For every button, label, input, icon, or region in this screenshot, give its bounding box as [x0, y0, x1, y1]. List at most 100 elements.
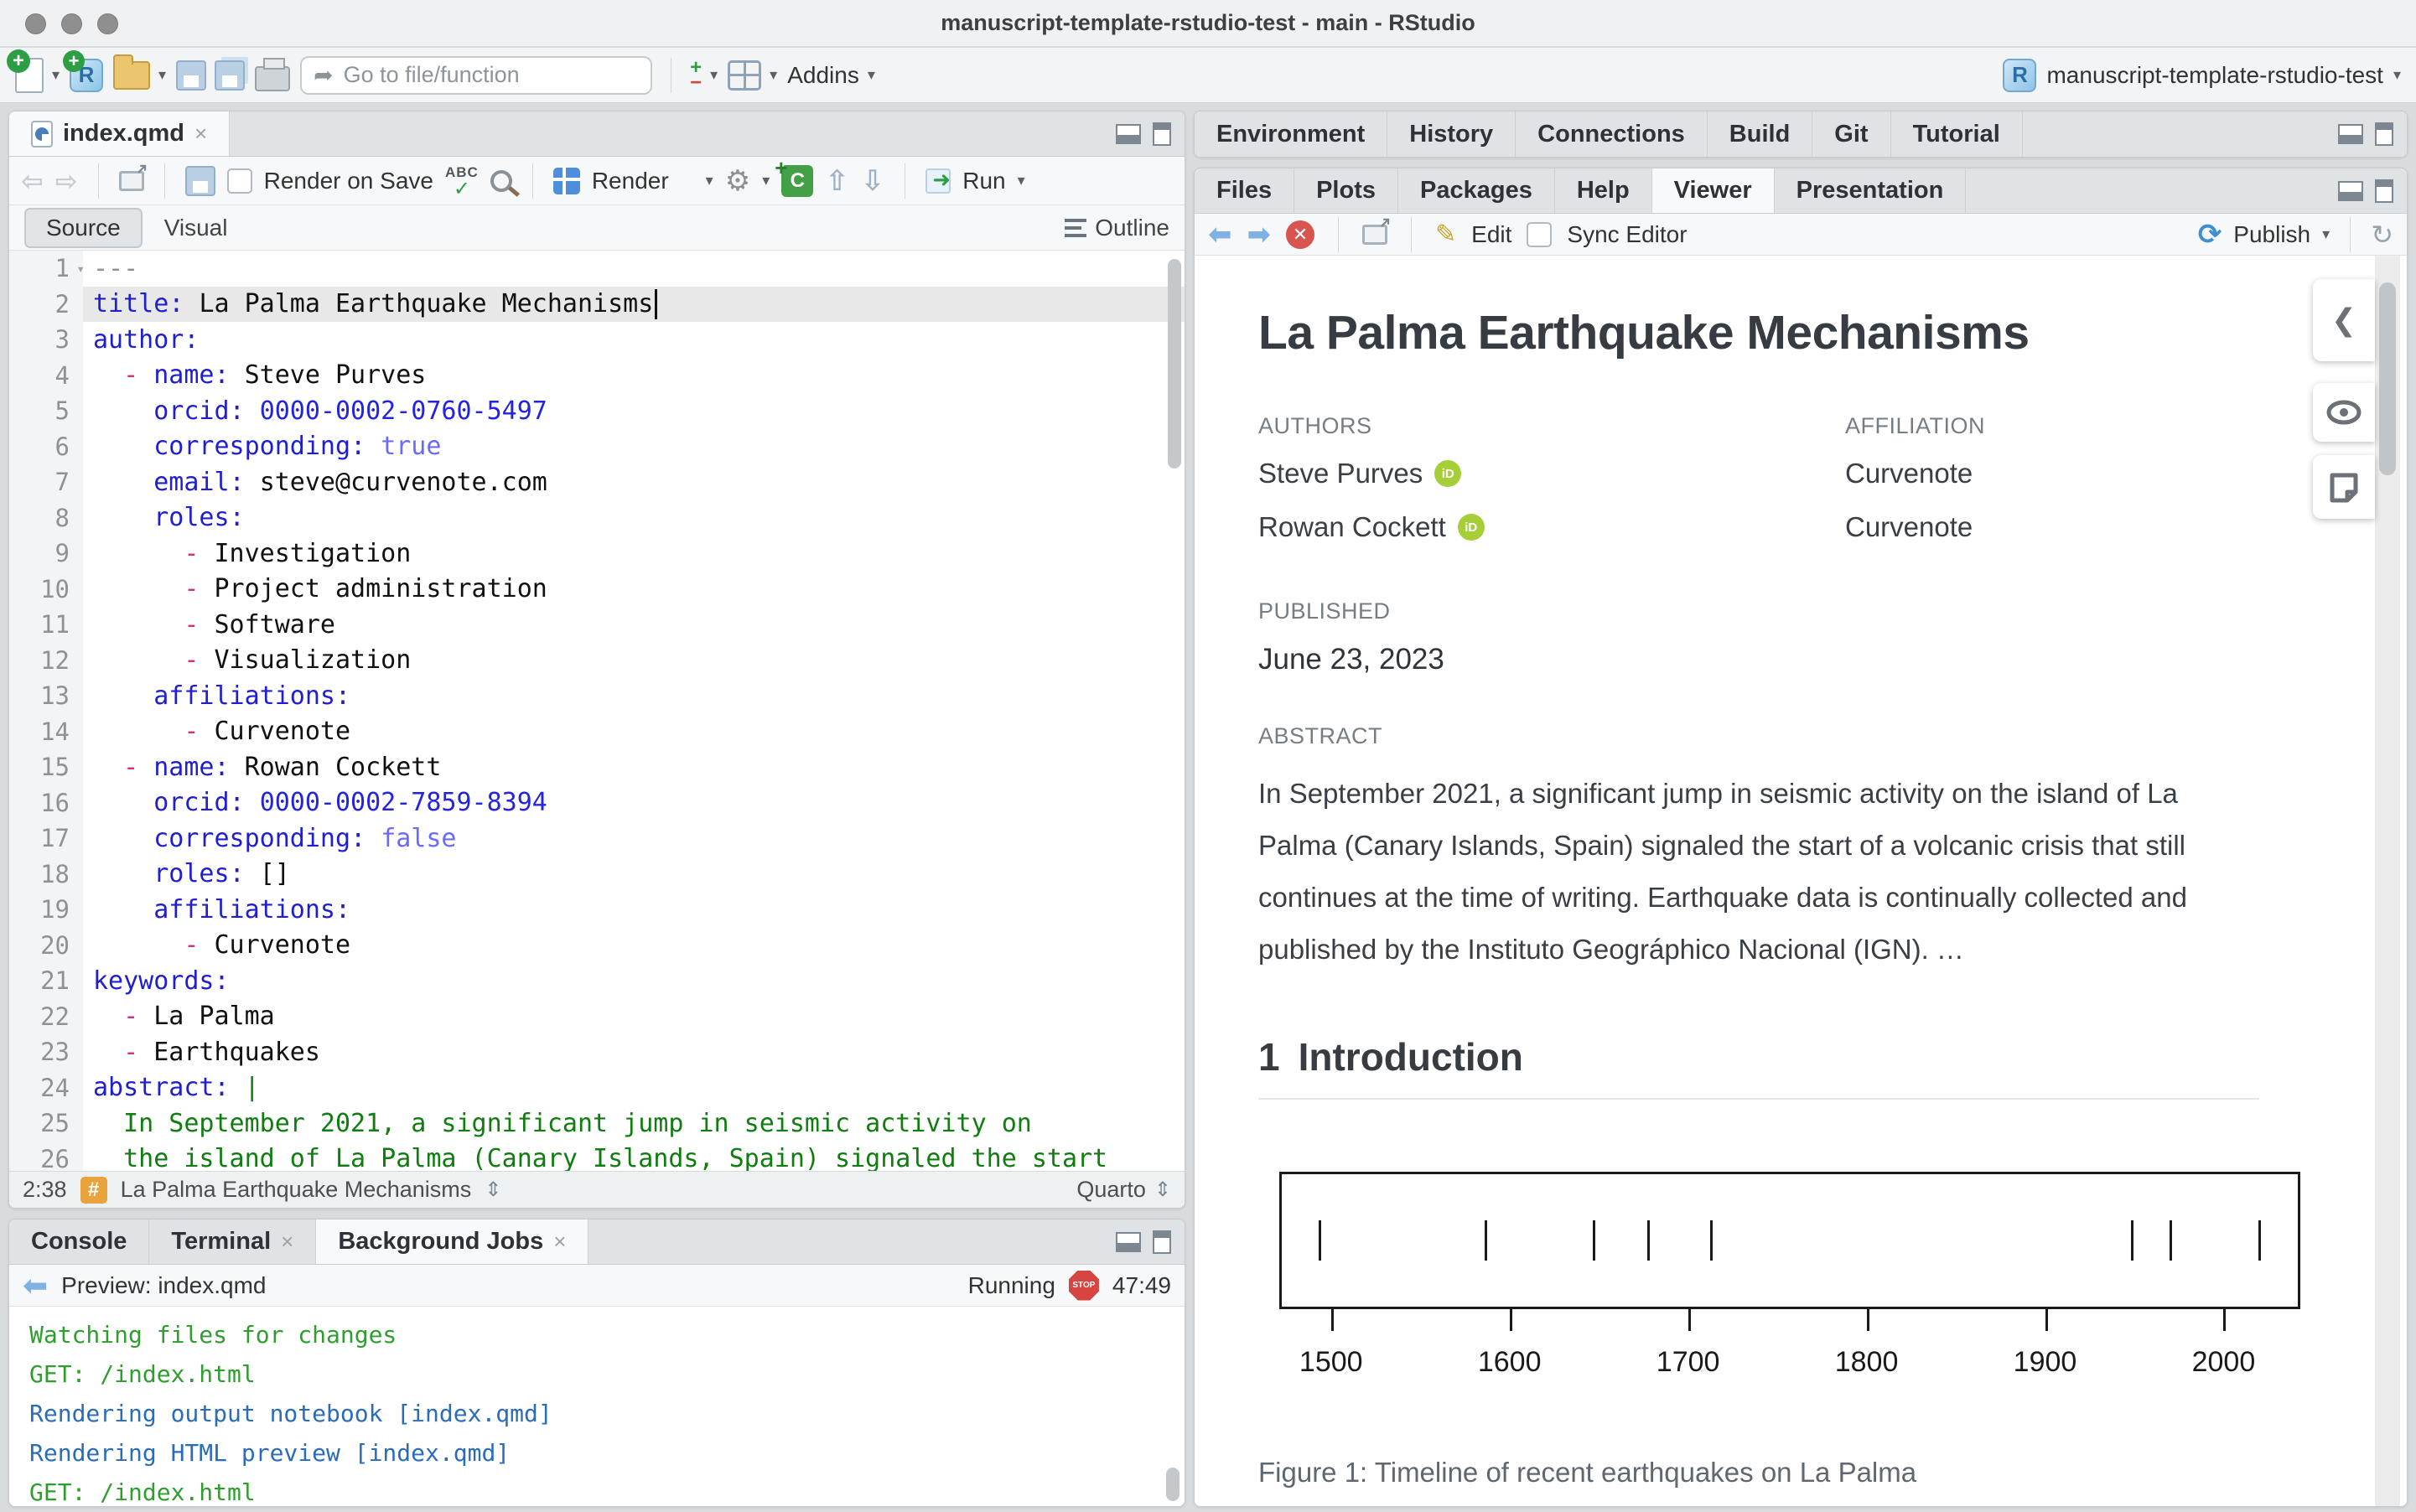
code-line[interactable]: 11 - Software — [9, 607, 1185, 643]
tab-connections[interactable]: Connections — [1516, 111, 1708, 157]
new-file-button[interactable]: ▾ — [15, 58, 60, 93]
orcid-icon[interactable]: iD — [1434, 460, 1461, 487]
render-button[interactable]: Render — [592, 168, 669, 194]
code-line[interactable]: 23 - Earthquakes — [9, 1034, 1185, 1070]
stop-job-button[interactable]: STOP — [1069, 1271, 1099, 1301]
job-output[interactable]: Watching files for changesGET: /index.ht… — [9, 1307, 1185, 1506]
code-line[interactable]: 10 - Project administration — [9, 572, 1185, 608]
goto-file-function-input[interactable]: ➦ Go to file/function — [300, 56, 652, 95]
close-icon[interactable]: × — [281, 1229, 293, 1255]
annotation-visibility-button[interactable] — [2313, 383, 2375, 442]
minimize-pane-icon[interactable] — [1116, 124, 1141, 144]
code-line[interactable]: 3author: — [9, 322, 1185, 358]
viewer-back-icon[interactable]: ⬅ — [1208, 218, 1232, 251]
code-line[interactable]: 13 affiliations: — [9, 678, 1185, 714]
run-previous-icon[interactable]: ⇧ — [825, 164, 849, 198]
tab-tutorial[interactable]: Tutorial — [1891, 111, 2023, 157]
editor-scrollbar[interactable] — [1168, 259, 1181, 469]
code-line[interactable]: 2title: La Palma Earthquake Mechanisms — [9, 287, 1185, 323]
minimize-window-button[interactable] — [61, 13, 82, 34]
tab-presentation[interactable]: Presentation — [1775, 168, 1967, 213]
find-replace-icon[interactable] — [490, 170, 512, 192]
outline-button[interactable]: Outline — [1065, 215, 1169, 241]
minimize-pane-icon[interactable] — [1116, 1232, 1141, 1252]
open-in-browser-icon[interactable] — [1362, 225, 1387, 245]
code-line[interactable]: 16 orcid: 0000-0002-7859-8394 — [9, 785, 1185, 821]
save-button[interactable] — [176, 60, 206, 91]
zoom-window-button[interactable] — [97, 13, 118, 34]
chevron-down-icon[interactable]: ▾ — [2322, 225, 2330, 243]
code-line[interactable]: 19 affiliations: — [9, 892, 1185, 928]
traffic-lights[interactable] — [25, 13, 118, 34]
code-line[interactable]: 21keywords: — [9, 963, 1185, 999]
close-icon[interactable]: × — [194, 121, 207, 147]
maximize-pane-icon[interactable] — [2375, 179, 2393, 203]
fold-caret-icon[interactable]: ▾ — [76, 261, 85, 277]
code-line[interactable]: 26 the island of La Palma (Canary Island… — [9, 1142, 1185, 1172]
code-line[interactable]: 18 roles: [] — [9, 857, 1185, 893]
tab-environment[interactable]: Environment — [1195, 111, 1387, 157]
addins-menu-button[interactable]: Addins ▾ — [787, 62, 875, 89]
section-breadcrumb[interactable]: La Palma Earthquake Mechanisms — [121, 1177, 472, 1203]
version-control-button[interactable]: +− ▾ — [690, 60, 718, 91]
back-icon[interactable]: ⇦ — [21, 165, 44, 197]
viewer-content[interactable]: La Palma Earthquake Mechanisms AUTHORS S… — [1195, 256, 2407, 1506]
viewer-forward-icon[interactable]: ➡ — [1247, 218, 1272, 251]
annotation-note-button[interactable] — [2313, 455, 2375, 519]
code-editor[interactable]: 1▾---2title: La Palma Earthquake Mechani… — [9, 251, 1185, 1171]
edit-pencil-icon[interactable]: ✎ — [1435, 220, 1456, 249]
tab-packages[interactable]: Packages — [1398, 168, 1555, 213]
job-back-icon[interactable]: ⬅ — [23, 1268, 48, 1303]
document-mode[interactable]: Quarto — [1076, 1177, 1146, 1203]
chevron-down-icon[interactable]: ▾ — [706, 172, 713, 189]
tab-build[interactable]: Build — [1708, 111, 1813, 157]
open-file-button[interactable]: ▾ — [113, 61, 166, 90]
mode-selector-icon[interactable]: ⇕ — [1154, 1178, 1171, 1202]
chevron-down-icon[interactable]: ▾ — [762, 172, 770, 189]
forward-icon[interactable]: ⇨ — [55, 165, 78, 197]
tab-terminal[interactable]: Terminal × — [149, 1219, 316, 1264]
maximize-pane-icon[interactable] — [2375, 122, 2393, 146]
sync-editor-checkbox[interactable] — [1527, 222, 1552, 247]
clear-viewer-button[interactable]: ✕ — [1286, 220, 1314, 249]
orcid-icon[interactable]: iD — [1458, 514, 1485, 541]
maximize-pane-icon[interactable] — [1153, 122, 1171, 146]
console-scrollbar[interactable] — [1166, 1468, 1179, 1501]
close-window-button[interactable] — [25, 13, 46, 34]
spellcheck-icon[interactable]: ABC✓ — [445, 164, 479, 198]
code-line[interactable]: 24abstract: | — [9, 1070, 1185, 1106]
code-line[interactable]: 6 corresponding: true — [9, 429, 1185, 465]
edit-button[interactable]: Edit — [1471, 221, 1511, 248]
code-line[interactable]: 7 email: steve@curvenote.com — [9, 464, 1185, 500]
code-line[interactable]: 22 - La Palma — [9, 999, 1185, 1035]
tab-background-jobs[interactable]: Background Jobs × — [316, 1219, 588, 1264]
close-icon[interactable]: × — [553, 1229, 566, 1255]
new-project-button[interactable]: R — [70, 59, 103, 92]
publish-button[interactable]: Publish — [2233, 221, 2310, 248]
print-button[interactable] — [255, 66, 290, 91]
tab-plots[interactable]: Plots — [1294, 168, 1398, 213]
tab-index-qmd[interactable]: index.qmd × — [9, 111, 230, 156]
gear-icon[interactable]: ⚙ — [725, 164, 750, 198]
viewer-scrollbar[interactable] — [2379, 282, 2396, 475]
code-line[interactable]: 15 - name: Rowan Cockett — [9, 749, 1185, 785]
tab-files[interactable]: Files — [1195, 168, 1294, 213]
section-selector-icon[interactable]: ⇕ — [485, 1178, 501, 1202]
save-document-button[interactable] — [185, 166, 215, 196]
tab-console[interactable]: Console — [9, 1219, 149, 1264]
tab-viewer[interactable]: Viewer — [1652, 168, 1775, 213]
popout-editor-icon[interactable] — [119, 171, 144, 191]
minimize-pane-icon[interactable] — [2338, 181, 2363, 201]
code-line[interactable]: 17 corresponding: false — [9, 821, 1185, 857]
tab-help[interactable]: Help — [1555, 168, 1652, 213]
run-next-icon[interactable]: ⇩ — [861, 164, 885, 198]
chevron-down-icon[interactable]: ▾ — [1018, 172, 1025, 189]
code-line[interactable]: 8 roles: — [9, 500, 1185, 536]
refresh-icon[interactable]: ↻ — [2371, 219, 2393, 251]
tab-git[interactable]: Git — [1812, 111, 1890, 157]
code-line[interactable]: 9 - Investigation — [9, 536, 1185, 572]
save-all-button[interactable] — [215, 60, 245, 91]
project-menu-button[interactable]: R manuscript-template-rstudio-test ▾ — [2003, 59, 2401, 92]
code-line[interactable]: 1▾--- — [9, 251, 1185, 287]
visual-mode-toggle[interactable]: Visual — [164, 215, 228, 241]
